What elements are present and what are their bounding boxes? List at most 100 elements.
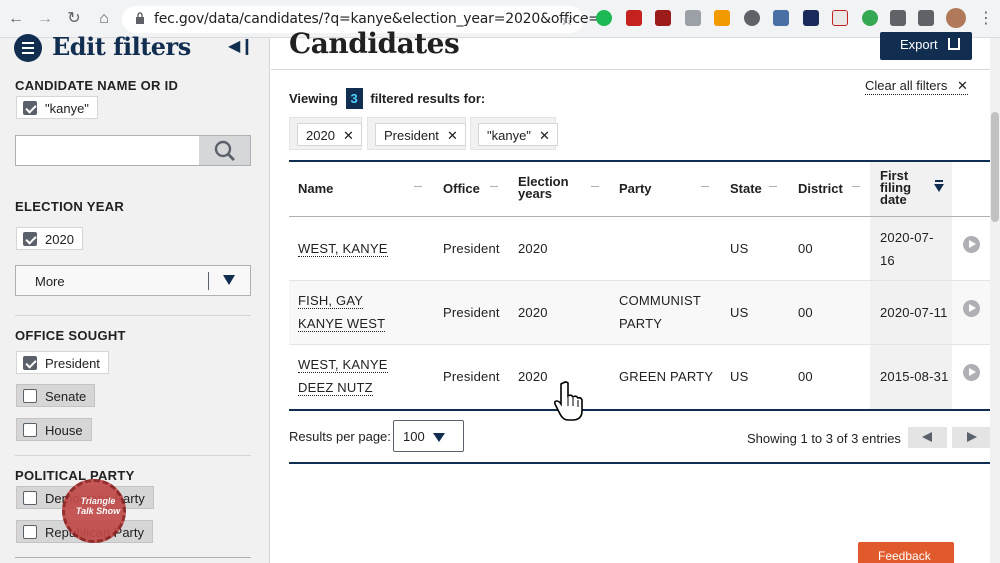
filter-tag[interactable]: 2020 ✕ <box>297 123 362 146</box>
media-icon[interactable] <box>918 10 934 26</box>
next-page-button[interactable] <box>952 427 991 448</box>
expand-row-icon[interactable] <box>963 364 980 381</box>
remove-filter-icon[interactable]: ✕ <box>447 128 458 144</box>
office-label: President <box>45 356 100 371</box>
gmail-icon[interactable] <box>626 10 642 26</box>
checkbox[interactable] <box>23 356 37 370</box>
office-label: Senate <box>45 389 87 404</box>
scrollbar[interactable] <box>990 38 1000 563</box>
election-year-chip[interactable]: 2020 <box>16 227 83 250</box>
table-row: FISH, GAY KANYE WEST President 2020 COMM… <box>289 281 990 345</box>
chat-extension-icon[interactable] <box>685 10 701 26</box>
office-cell: President <box>443 305 500 320</box>
chat-badge-extension-icon[interactable] <box>862 10 878 26</box>
search-button[interactable] <box>199 135 251 166</box>
candidate-name[interactable]: WEST, KANYE DEEZ NUTZ <box>298 357 388 396</box>
candidate-name-link[interactable]: WEST, KANYE <box>298 237 408 260</box>
column-header-district[interactable]: District <box>798 162 878 216</box>
shield-extension-icon[interactable] <box>655 10 671 26</box>
sort-descending-icon <box>934 180 944 192</box>
expand-row-icon[interactable] <box>963 300 980 317</box>
column-header-first-filing-date[interactable]: First filing date <box>870 162 952 216</box>
office-cell: President <box>443 369 500 384</box>
office-house-chip[interactable]: House <box>16 418 92 441</box>
candidate-name-link[interactable]: FISH, GAY KANYE WEST <box>298 289 408 335</box>
district-cell: 00 <box>798 369 813 384</box>
filter-tag-name: "kanye" ✕ <box>470 117 558 150</box>
filter-tag-label: "kanye" <box>487 128 531 143</box>
remove-filter-icon[interactable]: ✕ <box>539 128 550 144</box>
party-cell: GREEN PARTY <box>619 369 714 384</box>
filing-date-cell: 2020-07-11 <box>880 305 948 320</box>
results-summary: Viewing 3 filtered results for: <box>289 88 485 109</box>
column-label: Election years <box>518 174 569 201</box>
search-icon <box>214 140 235 161</box>
filter-tag[interactable]: "kanye" ✕ <box>478 123 558 146</box>
office-president-chip[interactable]: President <box>16 351 109 374</box>
bookmark-star-icon[interactable]: ☆ <box>560 10 574 30</box>
bulb-extension-icon[interactable] <box>744 10 760 26</box>
forward-icon[interactable]: → <box>35 9 55 29</box>
column-label: State <box>730 181 762 196</box>
sort-icon <box>852 186 860 187</box>
more-select-label: More <box>35 274 65 289</box>
clear-all-filters-link[interactable]: Clear all filters ✕ <box>865 78 968 95</box>
extension-green-icon[interactable] <box>596 10 612 26</box>
table-row: WEST, KANYE DEEZ NUTZ President 2020 GRE… <box>289 345 990 409</box>
feedback-button[interactable]: Feedback <box>858 542 954 563</box>
filters-menu-icon[interactable] <box>14 34 42 62</box>
divider <box>15 557 251 558</box>
checkbox[interactable] <box>23 491 37 505</box>
state-cell: US <box>730 305 749 320</box>
sidebar-title: Edit filters <box>52 32 191 61</box>
candidate-search-input[interactable] <box>15 135 200 166</box>
export-label: Export <box>900 37 938 52</box>
close-icon: ✕ <box>956 78 968 93</box>
column-label: First filing date <box>880 168 912 207</box>
star-extension-icon[interactable] <box>773 10 789 26</box>
info-extension-icon[interactable] <box>803 10 819 26</box>
export-button[interactable]: Export <box>880 32 972 60</box>
chevron-down-icon <box>433 433 445 442</box>
avatar[interactable] <box>946 8 966 28</box>
party-heading: POLITICAL PARTY <box>15 468 135 483</box>
column-header-state[interactable]: State <box>730 162 790 216</box>
column-header-party[interactable]: Party <box>619 162 719 216</box>
divider <box>271 69 1000 70</box>
reload-icon[interactable]: ↻ <box>64 9 84 29</box>
checkbox[interactable] <box>23 525 37 539</box>
previous-page-button[interactable] <box>908 427 947 448</box>
candidate-name[interactable]: WEST, KANYE <box>298 241 388 257</box>
filter-tag-office: President ✕ <box>367 117 466 150</box>
checkbox[interactable] <box>23 423 37 437</box>
puzzle-icon[interactable] <box>890 10 906 26</box>
scrollbar-thumb[interactable] <box>991 112 999 222</box>
column-header-name[interactable]: Name <box>298 162 424 216</box>
column-header-election-years[interactable]: Election years <box>518 162 599 216</box>
menu-dots-icon[interactable]: ⋮ <box>976 9 996 29</box>
clear-all-label: Clear all filters <box>865 78 948 93</box>
checkbox[interactable] <box>23 232 37 246</box>
filing-date-cell: 2020-07-16 <box>880 230 934 268</box>
election-year-heading: ELECTION YEAR <box>15 199 125 214</box>
candidate-name[interactable]: FISH, GAY KANYE WEST <box>298 293 386 332</box>
checkbox[interactable] <box>23 389 37 403</box>
election-year-chip-label: 2020 <box>45 232 74 247</box>
home-icon[interactable]: ⌂ <box>94 9 114 29</box>
expand-row-icon[interactable] <box>963 236 980 253</box>
back-icon[interactable]: ← <box>6 9 26 29</box>
hand-cursor-icon <box>553 381 583 421</box>
rss-icon[interactable] <box>714 10 730 26</box>
filter-tag[interactable]: President ✕ <box>375 123 466 146</box>
collapse-sidebar-icon[interactable]: ◀❙ <box>228 36 254 56</box>
more-years-select[interactable]: More <box>15 265 251 296</box>
candidate-name-link[interactable]: WEST, KANYE DEEZ NUTZ <box>298 353 418 399</box>
column-header-office[interactable]: Office <box>443 162 503 216</box>
remove-filter-icon[interactable]: ✕ <box>343 128 354 144</box>
watermark-logo: Triangle Talk Show <box>62 479 126 543</box>
checkbox[interactable] <box>23 101 37 115</box>
candidate-chip[interactable]: "kanye" <box>16 96 98 119</box>
pdf-extension-icon[interactable] <box>832 10 848 26</box>
office-senate-chip[interactable]: Senate <box>16 384 96 407</box>
results-per-page-select[interactable]: 100 <box>393 420 464 452</box>
